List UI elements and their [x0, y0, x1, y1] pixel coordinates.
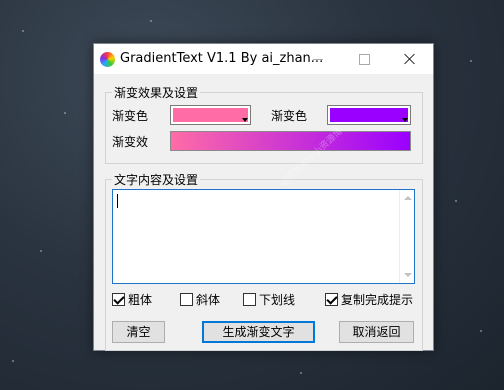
- close-icon: [404, 53, 416, 65]
- italic-label: 斜体: [196, 293, 221, 307]
- underline-checkbox[interactable]: 下划线: [243, 291, 295, 308]
- checkbox-box[interactable]: [180, 293, 193, 306]
- rainbow-circle-icon: [100, 52, 115, 67]
- cancel-button[interactable]: 取消返回: [339, 321, 414, 343]
- scroll-up-icon[interactable]: [404, 196, 412, 200]
- scroll-down-icon[interactable]: [404, 273, 412, 277]
- checkbox-box[interactable]: [243, 293, 256, 306]
- clear-button[interactable]: 清空: [112, 321, 165, 343]
- underline-label: 下划线: [259, 293, 296, 307]
- italic-checkbox[interactable]: 斜体: [180, 291, 220, 308]
- bold-checkbox[interactable]: 粗体: [112, 291, 152, 308]
- preview-label: 渐变效: [112, 135, 149, 149]
- color2-swatch: [330, 108, 408, 122]
- effects-group-label: 渐变效果及设置: [112, 84, 201, 101]
- close-button[interactable]: [387, 44, 433, 74]
- content-group-label: 文字内容及设置: [112, 171, 201, 188]
- copy-notice-checkbox[interactable]: 复制完成提示: [325, 291, 413, 308]
- dropdown-arrow-icon: [402, 118, 408, 122]
- gradienttext-window: GradientText V1.1 By ai_zhan... 渐变效果及设置 …: [93, 43, 434, 351]
- vertical-scrollbar[interactable]: [399, 190, 414, 283]
- color1-swatch: [173, 108, 248, 122]
- checkbox-box[interactable]: [112, 293, 125, 306]
- minimize-button[interactable]: [295, 44, 341, 74]
- gradient-preview-bar: [170, 131, 411, 151]
- window-title: GradientText V1.1 By ai_zhan...: [120, 51, 324, 66]
- title-bar[interactable]: GradientText V1.1 By ai_zhan...: [94, 44, 433, 74]
- checkbox-box[interactable]: [325, 293, 338, 306]
- color1-label: 渐变色: [112, 109, 149, 123]
- color2-picker[interactable]: [327, 105, 411, 125]
- dropdown-arrow-icon: [242, 118, 248, 122]
- text-caret: [117, 194, 118, 208]
- color1-picker[interactable]: [170, 105, 251, 125]
- text-input-area[interactable]: [112, 189, 415, 284]
- bold-label: 粗体: [128, 293, 153, 307]
- copy-notice-label: 复制完成提示: [341, 293, 414, 307]
- color2-label: 渐变色: [271, 109, 308, 123]
- effects-group: 渐变效果及设置: [105, 84, 423, 164]
- maximize-button[interactable]: [341, 44, 387, 74]
- generate-button[interactable]: 生成渐变文字: [202, 321, 315, 343]
